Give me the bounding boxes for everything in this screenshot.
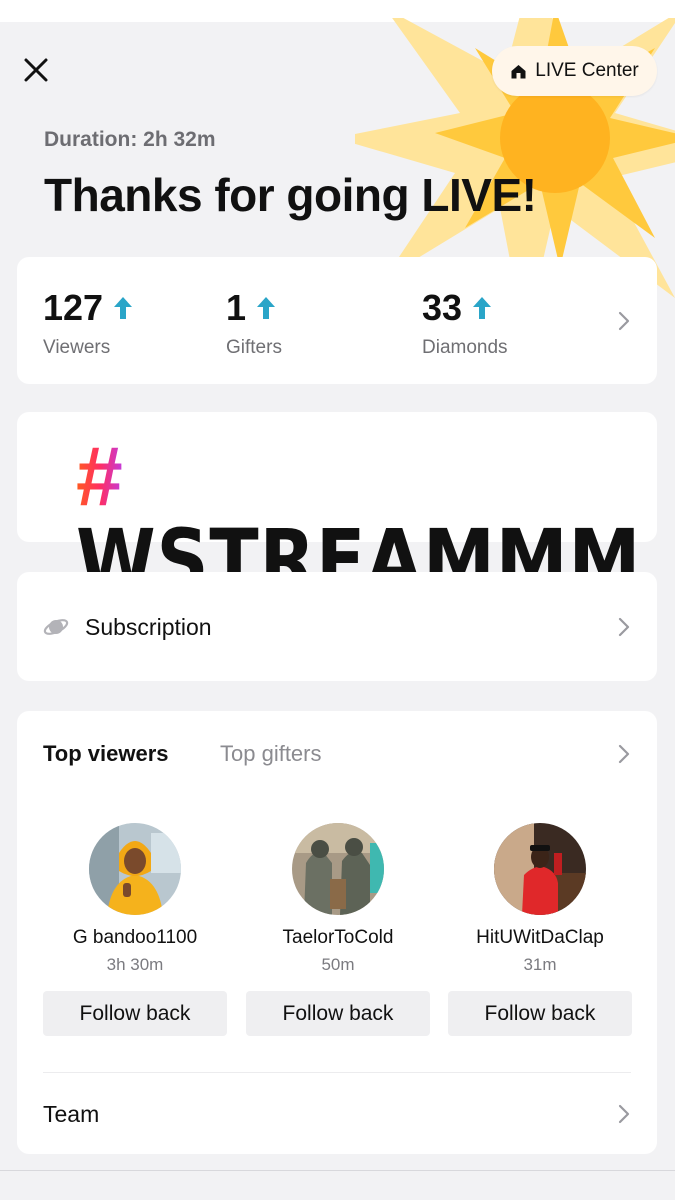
viewer-watch-time: 3h 30m: [106, 955, 164, 974]
subscription-row[interactable]: Subscription: [17, 572, 657, 681]
viewer-watch-time: 50m: [321, 955, 355, 974]
follow-back-button[interactable]: Follow back: [448, 991, 632, 1036]
stat-value: 33: [422, 287, 463, 328]
stat-viewers: 127 Viewers: [43, 287, 133, 359]
viewer-watch-time: 31m: [523, 955, 557, 974]
stat-label: Viewers: [43, 337, 111, 358]
subscription-icon: [43, 619, 69, 635]
viewer-name: HitUWitDaClap: [476, 927, 604, 948]
stats-card[interactable]: 127 Viewers 1 Gifters 33 Diamonds: [17, 257, 657, 384]
avatar[interactable]: [89, 823, 181, 915]
home-icon: [510, 63, 527, 80]
follow-back-button[interactable]: Follow back: [43, 991, 227, 1036]
close-button[interactable]: [22, 56, 50, 84]
arrow-up-icon: [472, 296, 492, 320]
team-row-label[interactable]: Team: [43, 1101, 99, 1128]
stat-label: Gifters: [226, 337, 282, 358]
live-center-label: LIVE Center: [535, 60, 639, 81]
viewer-item: TaelorToCold 50m Follow back: [246, 823, 430, 1036]
live-center-button[interactable]: LIVE Center: [492, 46, 657, 96]
viewer-name: TaelorToCold: [282, 927, 394, 948]
chevron-right-icon[interactable]: [617, 1103, 631, 1125]
viewer-name: G bandoo1100: [72, 927, 198, 948]
arrow-up-icon: [256, 296, 276, 320]
chevron-right-icon: [618, 617, 630, 637]
follow-back-button[interactable]: Follow back: [246, 991, 430, 1036]
chevron-right-icon[interactable]: [617, 743, 631, 765]
avatar[interactable]: [292, 823, 384, 915]
arrow-up-icon: [113, 296, 133, 320]
stream-duration: Duration: 2h 32m: [44, 128, 216, 151]
subscription-label: Subscription: [85, 614, 212, 640]
chevron-right-icon: [618, 311, 630, 331]
hashtag-symbol: #: [76, 429, 124, 523]
stat-value: 127: [43, 287, 104, 328]
stat-label: Diamonds: [422, 337, 508, 358]
divider: [43, 1072, 631, 1073]
viewer-item: HitUWitDaClap 31m Follow back: [448, 823, 632, 1036]
close-icon: [24, 58, 48, 82]
top-viewers-card: Top viewers Top gifters G bandoo1100 3h …: [17, 711, 657, 1154]
tab-top-gifters[interactable]: Top gifters: [220, 741, 322, 767]
stat-value: 1: [226, 287, 247, 328]
page-title: Thanks for going LIVE!: [44, 169, 537, 221]
viewer-item: G bandoo1100 3h 30m Follow back: [43, 823, 227, 1036]
live-summary-screen: LIVE Center Duration: 2h 32m Thanks for …: [0, 0, 675, 1200]
bottom-divider: [0, 1170, 675, 1171]
stat-gifters: 1 Gifters: [226, 287, 282, 359]
stat-diamonds: 33 Diamonds: [422, 287, 508, 359]
tab-top-viewers[interactable]: Top viewers: [43, 741, 169, 767]
avatar[interactable]: [494, 823, 586, 915]
